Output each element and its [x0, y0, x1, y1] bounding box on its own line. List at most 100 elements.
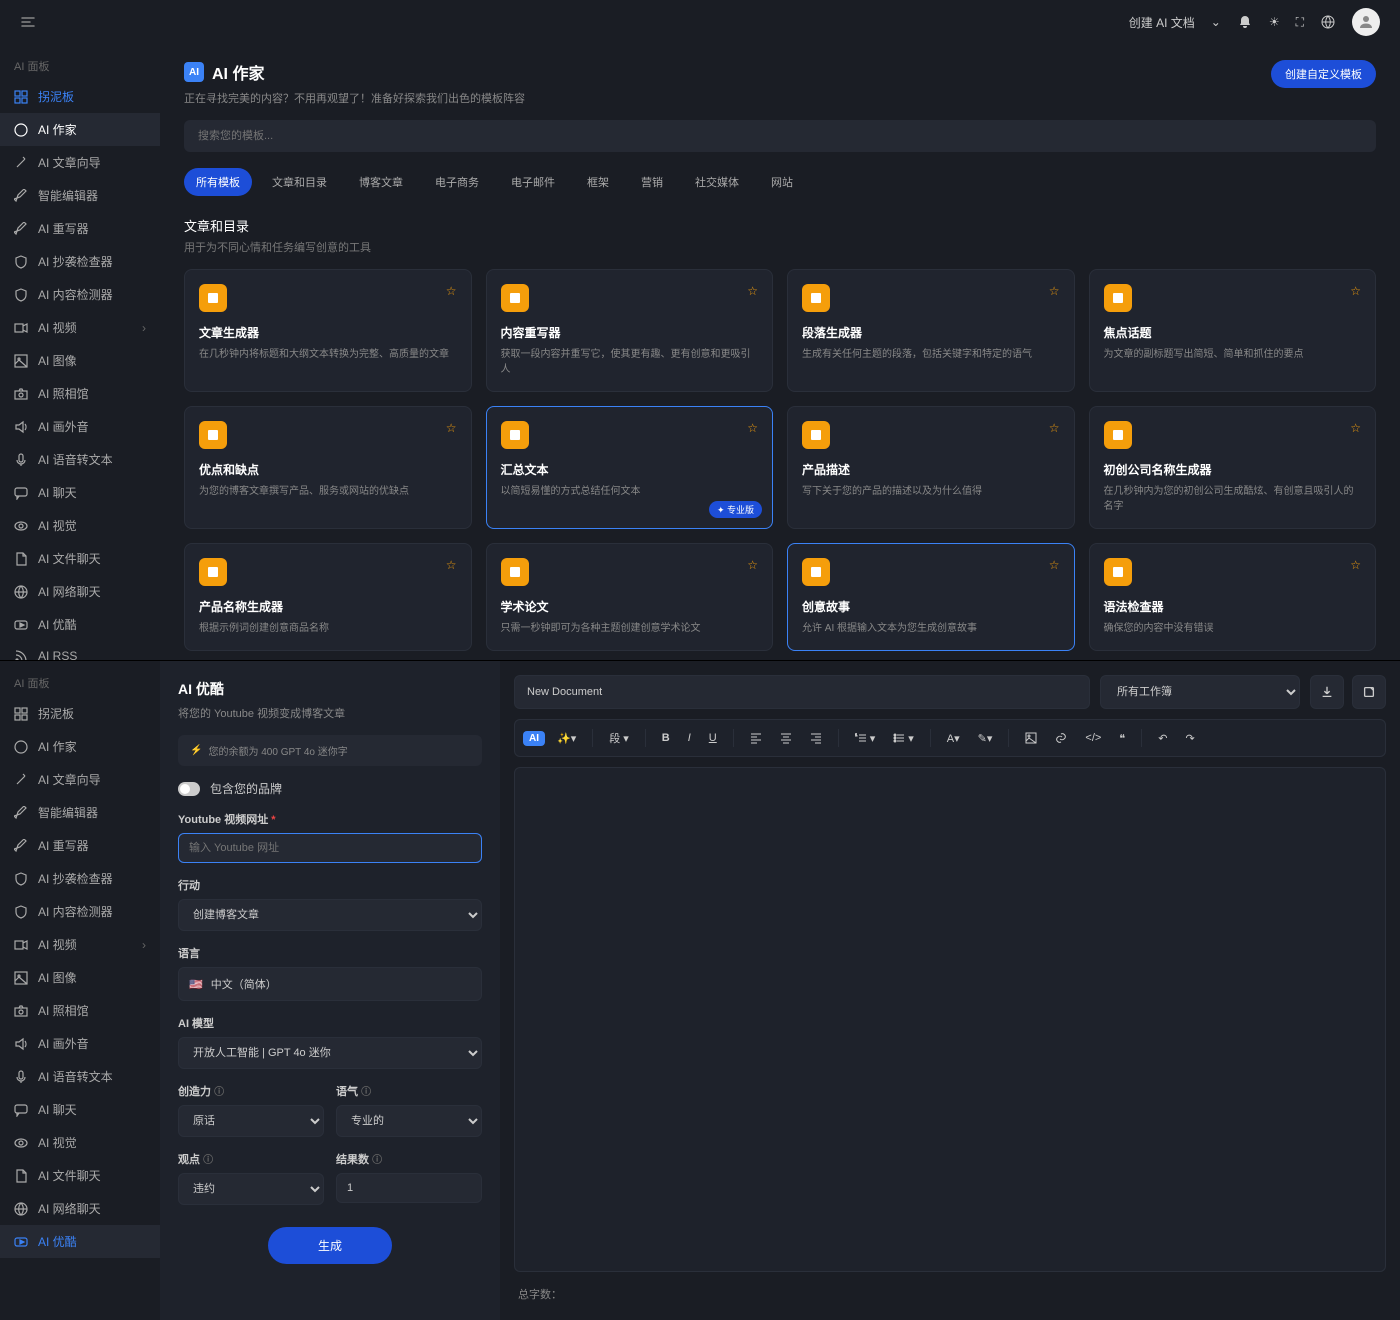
bell-icon[interactable] [1237, 14, 1253, 30]
results-input[interactable] [336, 1173, 482, 1203]
italic-button[interactable]: I [682, 728, 697, 748]
sidebar-item[interactable]: 智能编辑器 [0, 179, 160, 212]
sidebar-item[interactable]: AI 抄袭检查器 [0, 862, 160, 895]
export-button[interactable] [1352, 675, 1386, 709]
align-center-button[interactable] [774, 728, 798, 748]
image-button[interactable] [1019, 728, 1043, 748]
help-icon[interactable]: ⓘ [214, 1087, 224, 1098]
sidebar-item[interactable]: AI 文章向导 [0, 763, 160, 796]
star-icon[interactable]: ☆ [1350, 558, 1361, 572]
sidebar-item[interactable]: AI 图像 [0, 344, 160, 377]
sidebar-item[interactable]: AI 作家 [0, 730, 160, 763]
star-icon[interactable]: ☆ [446, 421, 457, 435]
brand-toggle[interactable] [178, 782, 200, 796]
template-card[interactable]: ☆段落生成器生成有关任何主题的段落，包括关键字和特定的语气 [787, 269, 1075, 392]
template-card[interactable]: ☆初创公司名称生成器在几秒钟内为您的初创公司生成酷炫、有创意且吸引人的名字 [1089, 406, 1377, 529]
sidebar-item[interactable]: AI 网络聊天 [0, 1192, 160, 1225]
creativity-select[interactable]: 原话 [178, 1105, 324, 1137]
template-card[interactable]: ☆创意故事允许 AI 根据输入文本为您生成创意故事 [787, 543, 1075, 651]
lang-select[interactable]: 🇺🇸 中文（简体） [178, 967, 482, 1001]
download-button[interactable] [1310, 675, 1344, 709]
help-icon[interactable]: ⓘ [203, 1155, 213, 1166]
paragraph-select[interactable]: 段 ▾ [603, 726, 635, 750]
action-select[interactable]: 创建博客文章 [178, 899, 482, 931]
ordered-list-button[interactable]: 1▾ [849, 728, 882, 749]
sidebar-item[interactable]: AI 重写器 [0, 829, 160, 862]
search-input[interactable] [184, 120, 1376, 152]
sidebar-item[interactable]: AI 聊天 [0, 476, 160, 509]
bold-button[interactable]: B [656, 728, 676, 748]
sidebar-item[interactable]: 智能编辑器 [0, 796, 160, 829]
sidebar-item[interactable]: AI 照相馆 [0, 377, 160, 410]
star-icon[interactable]: ☆ [1049, 284, 1060, 298]
template-card[interactable]: ☆内容重写器获取一段内容并重写它，使其更有趣、更有创意和更吸引人 [486, 269, 774, 392]
sidebar-item[interactable]: AI 作家 [0, 113, 160, 146]
sidebar-item[interactable]: AI 画外音 [0, 1027, 160, 1060]
star-icon[interactable]: ☆ [1049, 421, 1060, 435]
category-tab[interactable]: 文章和目录 [260, 168, 339, 196]
expand-icon[interactable]: ⛶ [1296, 15, 1304, 30]
magic-button[interactable]: ✨▾ [551, 728, 582, 749]
sidebar-item[interactable]: AI 内容检测器 [0, 278, 160, 311]
youtube-url-input[interactable] [178, 833, 482, 863]
sidebar-item[interactable]: AI 视频› [0, 311, 160, 344]
text-color-button[interactable]: A▾ [941, 728, 966, 749]
category-tab[interactable]: 框架 [575, 168, 621, 196]
avatar[interactable] [1352, 8, 1380, 36]
sidebar-item[interactable]: AI 优酷 [0, 608, 160, 641]
align-right-button[interactable] [804, 728, 828, 748]
document-name-input[interactable] [514, 675, 1090, 709]
star-icon[interactable]: ☆ [747, 421, 758, 435]
sidebar-item[interactable]: AI RSS [0, 641, 160, 660]
category-tab[interactable]: 电子商务 [423, 168, 491, 196]
ai-assist-button[interactable]: AI [523, 731, 545, 746]
link-button[interactable] [1049, 728, 1073, 748]
help-icon[interactable]: ⓘ [361, 1087, 371, 1098]
sidebar-item[interactable]: AI 视频› [0, 928, 160, 961]
template-card[interactable]: ☆优点和缺点为您的博客文章撰写产品、服务或网站的优缺点 [184, 406, 472, 529]
sidebar-item[interactable]: 拐泥板 [0, 697, 160, 730]
category-tab[interactable]: 电子邮件 [499, 168, 567, 196]
tone-select[interactable]: 专业的 [336, 1105, 482, 1137]
template-card[interactable]: ☆学术论文只需一秒钟即可为各种主题创建创意学术论文 [486, 543, 774, 651]
sidebar-item[interactable]: AI 重写器 [0, 212, 160, 245]
template-card[interactable]: ☆产品名称生成器根据示例词创建创意商品名称 [184, 543, 472, 651]
category-tab[interactable]: 博客文章 [347, 168, 415, 196]
template-card[interactable]: ☆语法检查器确保您的内容中没有错误 [1089, 543, 1377, 651]
sidebar-item[interactable]: AI 视觉 [0, 1126, 160, 1159]
template-card[interactable]: ☆文章生成器在几秒钟内将标题和大纲文本转换为完整、高质量的文章 [184, 269, 472, 392]
sidebar-item[interactable]: AI 语音转文本 [0, 443, 160, 476]
align-left-button[interactable] [744, 728, 768, 748]
star-icon[interactable]: ☆ [747, 284, 758, 298]
sidebar-item[interactable]: AI 语音转文本 [0, 1060, 160, 1093]
help-icon[interactable]: ⓘ [372, 1155, 382, 1166]
star-icon[interactable]: ☆ [446, 558, 457, 572]
sidebar-item[interactable]: AI 文件聊天 [0, 542, 160, 575]
menu-toggle[interactable] [20, 14, 36, 30]
unordered-list-button[interactable]: ▾ [887, 728, 920, 749]
sidebar-item[interactable]: AI 文件聊天 [0, 1159, 160, 1192]
category-tab[interactable]: 所有模板 [184, 168, 252, 196]
code-button[interactable]: </> [1079, 728, 1107, 748]
sidebar-item[interactable]: AI 视觉 [0, 509, 160, 542]
star-icon[interactable]: ☆ [1049, 558, 1060, 572]
star-icon[interactable]: ☆ [1350, 284, 1361, 298]
generate-button[interactable]: 生成 [268, 1227, 392, 1264]
quote-button[interactable]: ❝ [1113, 728, 1131, 749]
template-card[interactable]: ☆产品描述写下关于您的产品的描述以及为什么值得 [787, 406, 1075, 529]
workspace-select[interactable]: 所有工作簿 [1100, 675, 1300, 709]
sidebar-item[interactable]: 拐泥板 [0, 80, 160, 113]
category-tab[interactable]: 营销 [629, 168, 675, 196]
underline-button[interactable]: U [703, 728, 723, 748]
star-icon[interactable]: ☆ [1350, 421, 1361, 435]
chevron-down-icon[interactable]: ⌄ [1211, 15, 1221, 29]
view-select[interactable]: 违约 [178, 1173, 324, 1205]
sidebar-item[interactable]: AI 优酷 [0, 1225, 160, 1258]
undo-button[interactable]: ↶ [1152, 728, 1173, 749]
create-link[interactable]: 创建 AI 文档 [1129, 14, 1195, 31]
editor-area[interactable] [514, 767, 1386, 1272]
sun-icon[interactable]: ☀ [1269, 15, 1280, 29]
template-card[interactable]: ☆焦点话题为文章的副标题写出简短、简单和抓住的要点 [1089, 269, 1377, 392]
template-card[interactable]: ☆汇总文本以简短易懂的方式总结任何文本✦ 专业版 [486, 406, 774, 529]
sidebar-item[interactable]: AI 文章向导 [0, 146, 160, 179]
